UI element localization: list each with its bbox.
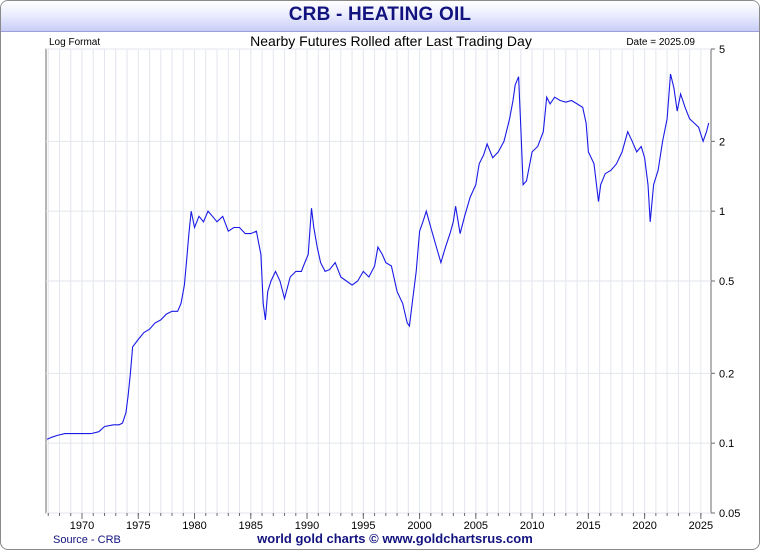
x-tick-label: 1970 bbox=[70, 520, 94, 532]
format-label: Log Format bbox=[49, 37, 100, 48]
y-tick-label: 0.2 bbox=[719, 368, 734, 380]
y-tick-label: 1 bbox=[719, 206, 725, 218]
chart-subtitle: Nearby Futures Rolled after Last Trading… bbox=[250, 33, 532, 49]
y-tick-label: 0.1 bbox=[719, 438, 734, 450]
y-tick-label: 0.5 bbox=[719, 276, 734, 288]
x-tick-label: 2015 bbox=[576, 520, 600, 532]
x-tick-label: 1975 bbox=[126, 520, 150, 532]
x-tick-label: 2020 bbox=[632, 520, 656, 532]
chart-canvas: 0.050.10.20.5125 1970 1975 1980 1985 1990 199… bbox=[45, 33, 740, 546]
credit-label: world gold charts © www.goldchartsrus.co… bbox=[256, 531, 533, 546]
source-label: Source - CRB bbox=[53, 534, 121, 546]
y-axis: 0.05 0.1 0.2 0.5 1 2 5 bbox=[711, 44, 740, 520]
y-tick-label: 2 bbox=[719, 136, 725, 148]
x-tick-label: 1980 bbox=[182, 520, 206, 532]
chart-panel: CRB - HEATING OIL 0.05 0.1 0.2 0.5 1 2 5 1970 1… bbox=[0, 0, 760, 550]
y-tick-label: 5 bbox=[719, 44, 725, 56]
y-tick-label: 0.05 bbox=[719, 508, 740, 520]
x-axis: 1970 1975 1980 1985 1990 1995 2000 2005 2010 2015… bbox=[47, 513, 713, 532]
x-tick-label: 2025 bbox=[689, 520, 713, 532]
date-label: Date = 2025.09 bbox=[626, 37, 695, 48]
